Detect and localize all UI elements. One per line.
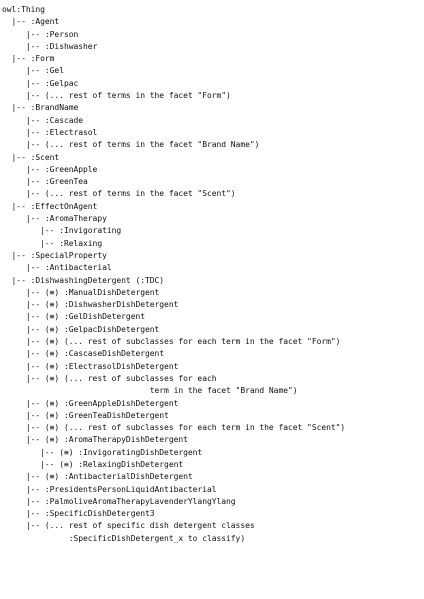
tree-line: |-- :Scent [2,152,60,162]
tree-line: |-- :SpecificDishDetergent3 [2,509,155,519]
tree-line: |-- :GreenApple [2,164,98,174]
tree-line: |-- :Gelpac [2,78,79,88]
tree-line: |-- (... rest of terms in the facet "For… [2,91,231,101]
tree-line: |-- (... rest of specific dish detergent… [2,521,255,531]
tree-line: |-- (≡) :GelDishDetergent [2,312,145,322]
tree-line: |-- (≡) :GreenTeaDishDetergent [2,410,169,420]
tree-line: |-- (≡) :CascaseDishDetergent [2,349,165,359]
ontology-tree: owl:Thing |-- :Agent |-- :Person |-- :Di… [2,4,422,545]
tree-line: |-- :Antibacterial [2,263,112,273]
tree-line: |-- :PalmoliveAromaTherapyLavenderYlangY… [2,496,236,506]
tree-line: |-- (≡) :InvigoratingDishDetergent [2,447,203,457]
tree-line: |-- :Form [2,54,55,64]
tree-line: |-- :Electrasol [2,127,98,137]
tree-line: |-- (≡) :AromaTherapyDishDetergent [2,435,188,445]
tree-line: |-- :Agent [2,17,60,27]
tree-line: |-- :GreenTea [2,177,88,187]
tree-line: |-- (≡) :RelaxingDishDetergent [2,459,184,469]
tree-line: |-- (≡) :AntibacterialDishDetergent [2,472,193,482]
tree-line: |-- (... rest of terms in the facet "Sce… [2,189,236,199]
tree-line: owl:Thing [2,5,45,14]
tree-line: |-- :Cascade [2,115,84,125]
tree-line: |-- :DishwashingDetergent (:TDC) [2,275,165,285]
tree-line: |-- (≡) :ElectrasolDishDetergent [2,361,179,371]
tree-line: |-- :PresidentsPersonLiquidAntibacterial [2,484,217,494]
tree-line: |-- (≡) (... rest of subclasses for each… [2,337,341,347]
tree-line: :SpecificDishDetergent_x to classify) [2,533,246,543]
tree-line: |-- (≡) :DishwasherDishDetergent [2,300,179,310]
tree-line: |-- :Gel [2,66,64,76]
tree-line: |-- :Dishwasher [2,41,98,51]
tree-line: |-- (≡) :GelpacDishDetergent [2,324,160,334]
tree-line: |-- :Relaxing [2,238,103,248]
tree-line: |-- :BrandName [2,103,79,113]
tree-line: |-- :Person [2,29,79,39]
tree-line: |-- (... rest of terms in the facet "Bra… [2,140,260,150]
tree-line: |-- :SpecialProperty [2,250,107,260]
tree-line: |-- :EffectOnAgent [2,201,98,211]
tree-line: |-- :AromaTherapy [2,214,107,224]
tree-line: term in the facet "Brand Name") [2,386,298,396]
tree-line: |-- (≡) (... rest of subclasses for each… [2,423,346,433]
tree-line: |-- (≡) :ManualDishDetergent [2,287,160,297]
tree-line: |-- :Invigorating [2,226,122,236]
tree-line: |-- (≡) (... rest of subclasses for each [2,373,217,383]
tree-line: |-- (≡) :GreenAppleDishDetergent [2,398,179,408]
